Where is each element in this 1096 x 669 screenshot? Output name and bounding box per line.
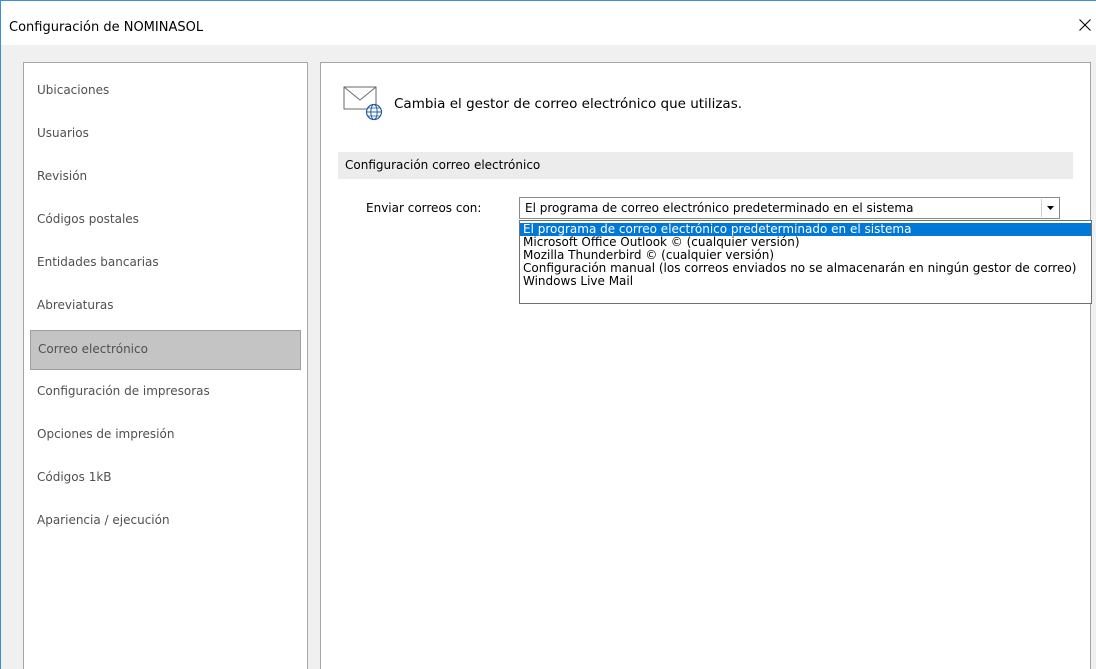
- sidebar-item-label: Opciones de impresión: [37, 427, 175, 441]
- chevron-down-icon: [1047, 206, 1054, 210]
- section-header: Configuración correo electrónico: [338, 152, 1073, 179]
- mail-globe-icon: [343, 86, 383, 121]
- section-title: Configuración correo electrónico: [345, 158, 541, 172]
- title-bar: Configuración de NOMINASOL: [1, 1, 1096, 45]
- sidebar-item-label: Códigos 1kB: [37, 470, 112, 484]
- sidebar-item-entidades-bancarias[interactable]: Entidades bancarias: [30, 245, 301, 283]
- sidebar-item-label: Códigos postales: [37, 212, 139, 226]
- sidebar-item-revision[interactable]: Revisión: [30, 159, 301, 197]
- sidebar-item-label: Revisión: [37, 169, 88, 183]
- close-button[interactable]: [1069, 13, 1096, 39]
- close-icon: [1079, 19, 1091, 31]
- sidebar-item-label: Abreviaturas: [37, 298, 114, 312]
- sidebar-item-label: Apariencia / ejecución: [37, 513, 170, 527]
- send-with-label: Enviar correos con:: [366, 201, 482, 215]
- sidebar-item-label: Ubicaciones: [37, 83, 110, 97]
- settings-content-panel: Cambia el gestor de correo electrónico q…: [320, 62, 1092, 669]
- send-with-combobox[interactable]: El programa de correo electrónico predet…: [519, 197, 1060, 219]
- sidebar-item-correo-electronico[interactable]: Correo electrónico: [30, 330, 301, 370]
- sidebar-item-apariencia-ejecucion[interactable]: Apariencia / ejecución: [30, 503, 301, 541]
- sidebar-item-label: Configuración de impresoras: [37, 384, 210, 398]
- sidebar-item-ubicaciones[interactable]: Ubicaciones: [30, 73, 301, 111]
- combobox-selected-value: El programa de correo electrónico predet…: [525, 201, 914, 215]
- settings-window: Configuración de NOMINASOL Ubicaciones U…: [0, 0, 1096, 669]
- combobox-dropdown-button[interactable]: [1041, 199, 1058, 217]
- settings-sidebar: Ubicaciones Usuarios Revisión Códigos po…: [23, 62, 308, 669]
- sidebar-item-label: Correo electrónico: [38, 342, 148, 356]
- panel-header-text: Cambia el gestor de correo electrónico q…: [394, 96, 743, 112]
- sidebar-item-usuarios[interactable]: Usuarios: [30, 116, 301, 154]
- window-title: Configuración de NOMINASOL: [9, 20, 204, 35]
- send-with-dropdown-list: El programa de correo electrónico predet…: [519, 220, 1092, 304]
- sidebar-item-codigos-postales[interactable]: Códigos postales: [30, 202, 301, 240]
- dropdown-option-label: Windows Live Mail: [523, 274, 634, 288]
- sidebar-item-codigos-1kb[interactable]: Códigos 1kB: [30, 460, 301, 498]
- sidebar-item-label: Entidades bancarias: [37, 255, 159, 269]
- sidebar-item-label: Usuarios: [37, 126, 89, 140]
- sidebar-item-abreviaturas[interactable]: Abreviaturas: [30, 288, 301, 326]
- sidebar-item-configuracion-impresoras[interactable]: Configuración de impresoras: [30, 374, 301, 412]
- sidebar-item-opciones-impresion[interactable]: Opciones de impresión: [30, 417, 301, 455]
- dropdown-option-windows-live-mail[interactable]: Windows Live Mail: [520, 274, 1091, 288]
